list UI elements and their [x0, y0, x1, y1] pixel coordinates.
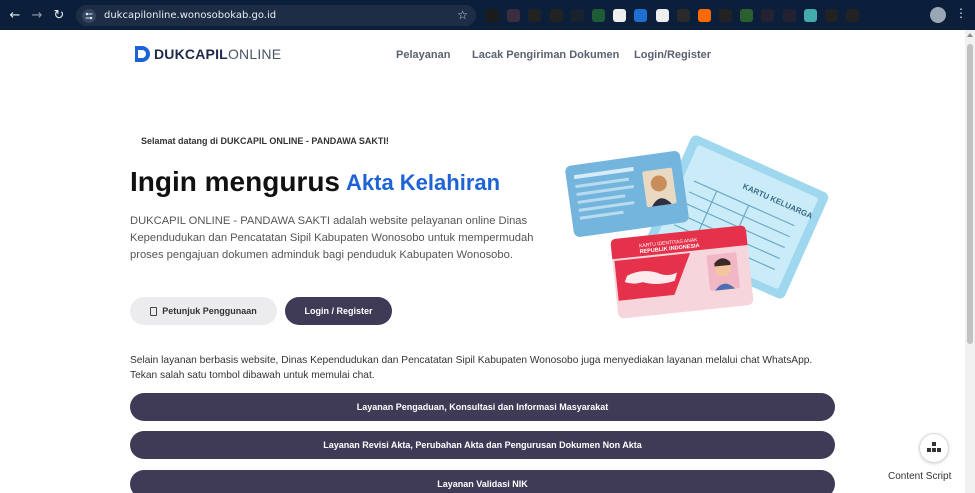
nav-login-register[interactable]: Login/Register	[634, 49, 711, 61]
hero-description: DUKCAPIL ONLINE - PANDAWA SAKTI adalah w…	[130, 215, 534, 261]
extension-icon[interactable]	[570, 9, 584, 22]
extension-icon[interactable]	[549, 9, 563, 22]
extension-icon[interactable]	[846, 9, 860, 22]
site-settings-icon[interactable]	[82, 8, 96, 23]
hero-headline-accent: Akta Kelahiran	[346, 170, 501, 195]
whatsapp-button-pengaduan[interactable]: Layanan Pengaduan, Konsultasi dan Inform…	[130, 393, 835, 421]
reload-icon[interactable]: ↻	[48, 4, 70, 26]
scroll-thumb[interactable]	[967, 44, 973, 344]
extension-icon[interactable]	[634, 9, 648, 22]
whatsapp-button-label: Layanan Pengaduan, Konsultasi dan Inform…	[356, 402, 609, 412]
login-register-button[interactable]: Login / Register	[285, 297, 392, 325]
hero-headline: Ingin mengurus	[130, 166, 340, 197]
profile-avatar-icon[interactable]	[930, 7, 946, 23]
extensions-bar	[486, 7, 867, 24]
logo-text-bold: DUKCAPIL	[154, 46, 228, 62]
extension-icon[interactable]	[719, 9, 733, 22]
welcome-text: Selamat datang di DUKCAPIL ONLINE - PAND…	[141, 136, 389, 146]
whatsapp-button-label: Layanan Validasi NIK	[437, 479, 528, 489]
extension-icon[interactable]	[761, 9, 775, 22]
extension-icon[interactable]	[676, 9, 690, 22]
extension-icon[interactable]	[697, 9, 711, 22]
document-icon	[150, 306, 158, 316]
extension-icon[interactable]	[507, 9, 521, 22]
logo-text-light: ONLINE	[227, 46, 282, 62]
logo-mark-icon	[135, 46, 150, 62]
id-cards-illustration: KARTU KELUARGA KARTU IDENTITAS ANAK REPU…	[565, 135, 829, 319]
extension-icon[interactable]	[528, 9, 542, 22]
nav-lacak-pengiriman[interactable]: Lacak Pengiriman Dokumen	[472, 49, 619, 61]
extension-icon[interactable]	[655, 9, 669, 22]
page-scrollbar[interactable]	[965, 30, 975, 493]
extension-icon[interactable]	[782, 9, 796, 22]
extension-icon[interactable]	[613, 9, 627, 22]
extension-icon[interactable]	[740, 9, 754, 22]
nav-pelayanan[interactable]: Pelayanan	[396, 49, 450, 61]
whatsapp-button-validasi-nik[interactable]: Layanan Validasi NIK	[130, 470, 835, 493]
address-bar[interactable]: dukcapilonline.wonosobokab.go.id ☆	[76, 5, 476, 26]
kia-card-illustration: KARTU IDENTITAS ANAK REPUBLIK INDONESIA	[610, 225, 754, 319]
back-arrow-icon[interactable]: ←	[4, 4, 26, 26]
blocks-icon	[927, 442, 941, 452]
extension-icon[interactable]	[486, 9, 499, 22]
bookmark-star-icon[interactable]: ☆	[457, 8, 468, 22]
whatsapp-button-label: Layanan Revisi Akta, Perubahan Akta dan …	[323, 440, 642, 450]
content-script-label: Content Script	[888, 471, 952, 482]
guide-button[interactable]: Petunjuk Penggunaan	[130, 297, 277, 325]
extension-icon[interactable]	[591, 9, 605, 22]
url-text: dukcapilonline.wonosobokab.go.id	[104, 10, 277, 21]
browser-menu-icon[interactable]: ⋮	[955, 6, 967, 20]
content-script-widget-button[interactable]	[919, 433, 949, 463]
login-button-label: Login / Register	[304, 306, 373, 316]
site-logo[interactable]: DUKCAPILONLINE	[133, 44, 281, 64]
scroll-up-arrow-icon[interactable]	[967, 33, 973, 37]
whatsapp-button-revisi-akta[interactable]: Layanan Revisi Akta, Perubahan Akta dan …	[130, 431, 835, 459]
guide-button-label: Petunjuk Penggunaan	[162, 306, 257, 316]
extension-icon[interactable]	[803, 9, 817, 22]
forward-arrow-icon[interactable]: →	[26, 4, 48, 26]
extension-icon[interactable]	[825, 9, 838, 22]
whatsapp-info-text: Selain layanan berbasis website, Dinas K…	[130, 355, 813, 381]
browser-toolbar: ← → ↻ dukcapilonline.wonosobokab.go.id ☆…	[0, 0, 975, 30]
